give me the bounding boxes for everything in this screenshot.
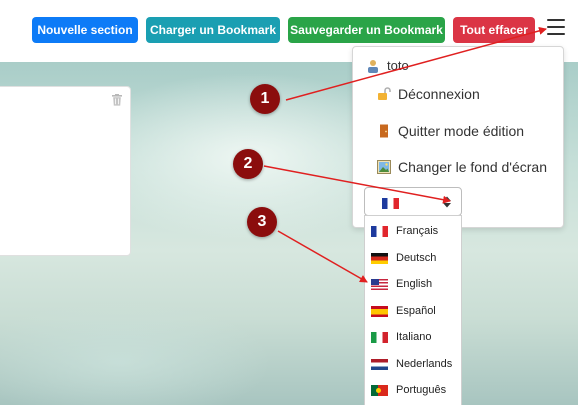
language-label: Nederlands [396, 358, 453, 370]
picture-icon [377, 160, 391, 174]
language-option-it[interactable]: Italiano [371, 330, 431, 344]
logout-menu-item[interactable]: Déconnexion [377, 86, 480, 102]
change-background-menu-item[interactable]: Changer le fond d'écran [377, 159, 547, 175]
language-option-en[interactable]: English [371, 277, 432, 291]
flag-us-icon [371, 278, 388, 290]
language-option-es[interactable]: Español [371, 304, 436, 318]
callout-3: 3 [247, 207, 277, 237]
logout-label: Déconnexion [398, 86, 480, 102]
callout-1: 1 [250, 84, 280, 114]
user-icon [368, 59, 378, 73]
load-bookmark-button[interactable]: Charger un Bookmark [146, 17, 280, 43]
flag-it-icon [371, 331, 388, 343]
sort-arrows-icon [443, 196, 451, 208]
flag-fr-icon [382, 198, 399, 209]
flag-nl-icon [371, 358, 388, 370]
language-option-fr[interactable]: Français [371, 224, 438, 238]
language-label: Deutsch [396, 252, 437, 264]
language-label: English [396, 278, 433, 290]
change-background-label: Changer le fond d'écran [398, 159, 547, 175]
flag-es-icon [371, 305, 388, 317]
language-label: Français [396, 225, 439, 237]
language-label: Italiano [396, 331, 432, 343]
save-bookmark-button[interactable]: Sauvegarder un Bookmark [288, 17, 445, 43]
language-option-pt[interactable]: Português [371, 383, 446, 397]
new-section-button[interactable]: Nouvelle section [32, 17, 138, 43]
flag-fr-icon [371, 225, 388, 237]
language-label: Español [396, 305, 436, 317]
door-icon [380, 124, 388, 138]
language-option-nl[interactable]: Nederlands [371, 357, 452, 371]
menu-username: toto [366, 58, 409, 73]
language-select[interactable] [364, 187, 462, 216]
clear-all-button[interactable]: Tout effacer [453, 17, 535, 43]
language-label: Português [396, 384, 447, 396]
section-card [0, 86, 131, 256]
language-dropdown-list: Français Deutsch English Español Italian… [364, 215, 462, 405]
username-label: toto [387, 58, 409, 73]
trash-icon[interactable] [111, 94, 123, 106]
hamburger-line [547, 26, 565, 28]
unlock-icon [378, 87, 391, 100]
flag-de-icon [371, 252, 388, 264]
callout-2: 2 [233, 149, 263, 179]
quit-edit-menu-item[interactable]: Quitter mode édition [377, 123, 524, 139]
hamburger-line [547, 33, 565, 35]
language-option-de[interactable]: Deutsch [371, 251, 436, 265]
hamburger-menu-icon[interactable] [541, 16, 571, 38]
hamburger-line [547, 19, 565, 21]
quit-edit-label: Quitter mode édition [398, 123, 525, 139]
flag-pt-icon [371, 384, 388, 396]
